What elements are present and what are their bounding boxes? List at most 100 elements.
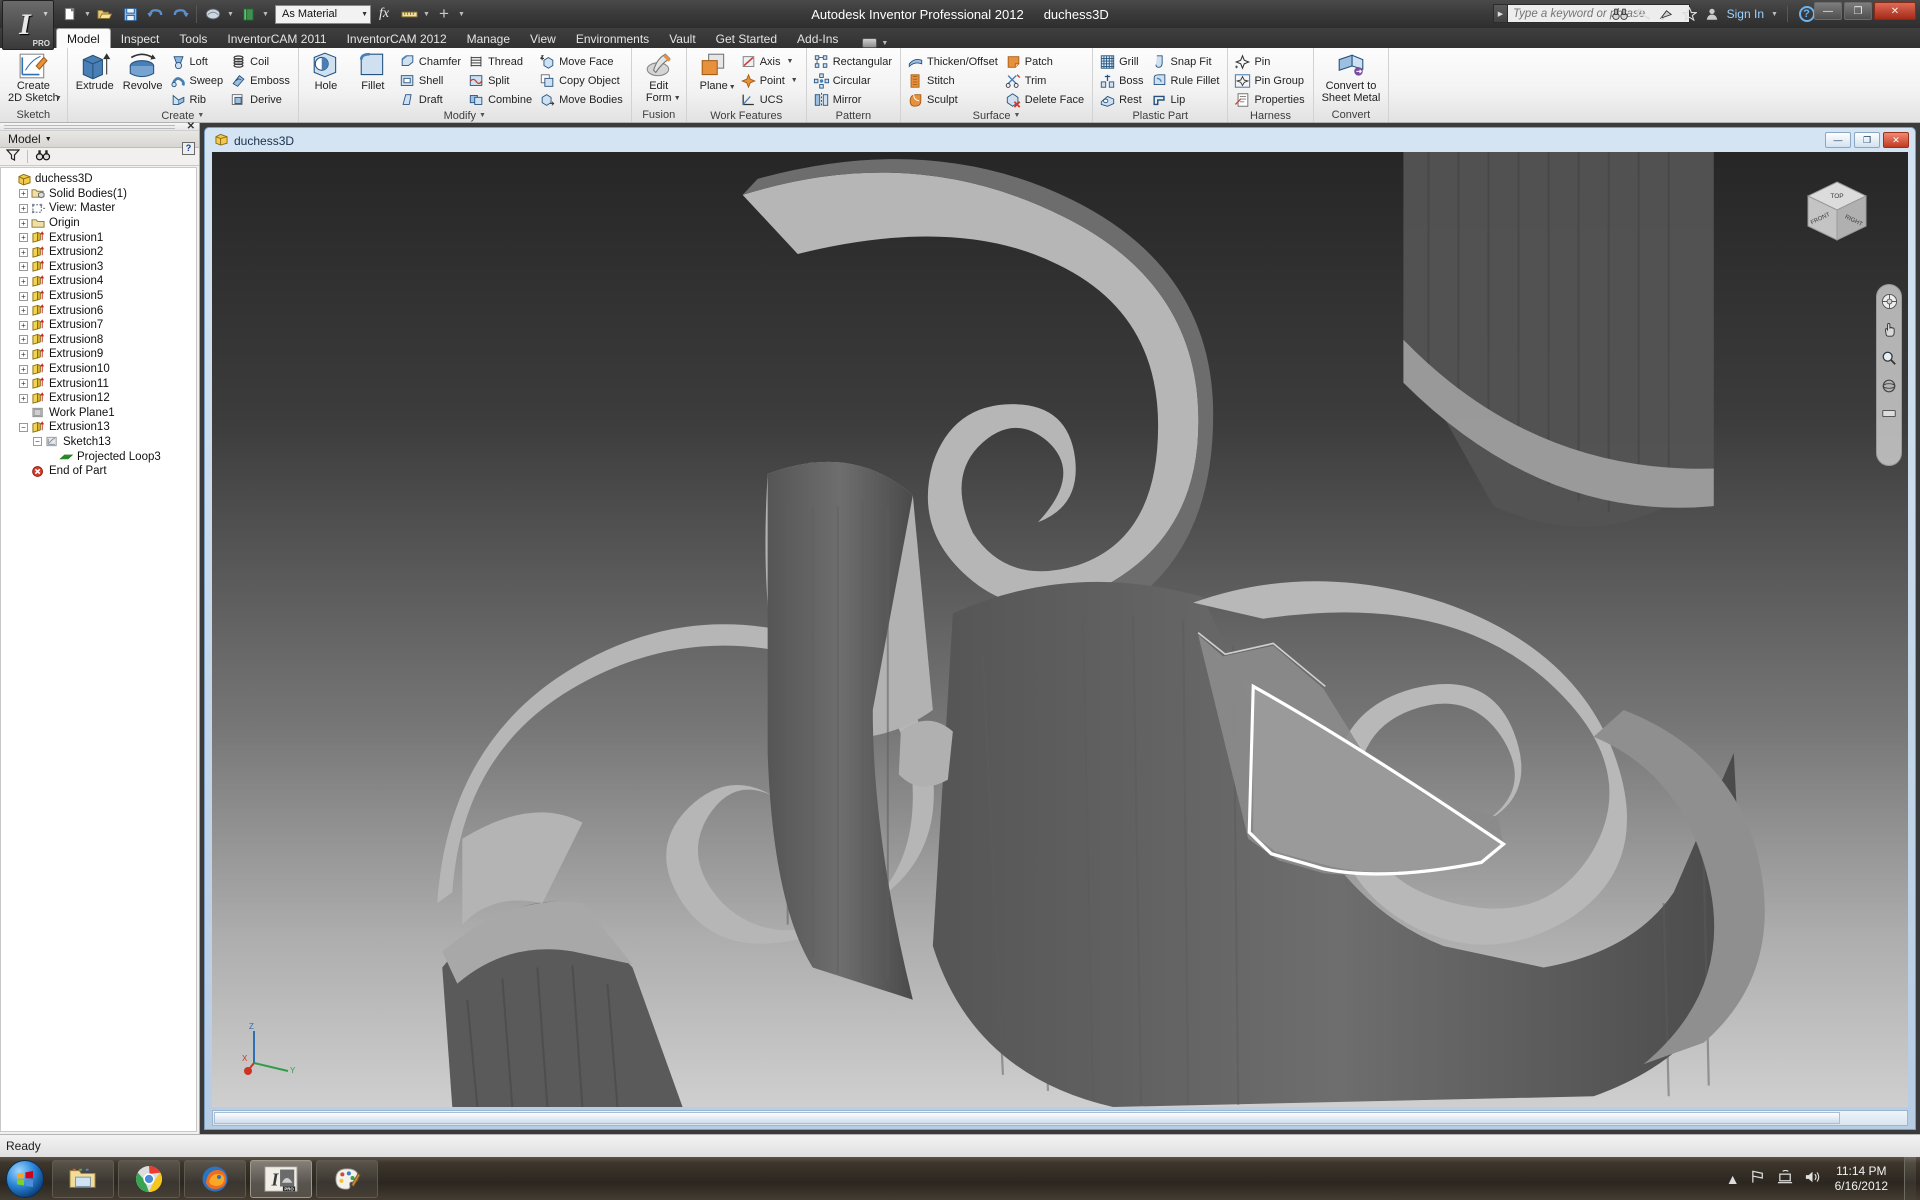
tree-item[interactable]: + Extrusion6 bbox=[1, 303, 196, 318]
ribbon-button-derive[interactable]: Derive bbox=[228, 90, 294, 109]
new-file-button[interactable] bbox=[58, 3, 82, 25]
show-hidden-icons-icon[interactable]: ▲ bbox=[1726, 1171, 1740, 1187]
volume-icon[interactable] bbox=[1804, 1170, 1821, 1187]
tree-item[interactable]: + Extrusion8 bbox=[1, 333, 196, 348]
tree-expand-icon[interactable]: + bbox=[19, 291, 28, 301]
window-minimize-button[interactable]: — bbox=[1814, 2, 1842, 20]
taskbar-item-windows-explorer[interactable] bbox=[52, 1159, 114, 1198]
ribbon-button-copy-object[interactable]: Copy Object bbox=[537, 71, 627, 90]
satellite-icon[interactable] bbox=[1656, 4, 1677, 24]
tree-expand-icon[interactable]: + bbox=[19, 306, 28, 316]
redo-button[interactable] bbox=[168, 3, 192, 25]
search-dropdown-icon[interactable]: ▶ bbox=[1493, 4, 1507, 23]
ribbon-panel-label-pattern[interactable]: Pattern bbox=[807, 109, 900, 122]
look-at-icon[interactable] bbox=[1880, 405, 1898, 422]
pan-icon[interactable] bbox=[1880, 321, 1898, 338]
application-menu-button[interactable]: I ▼ PRO bbox=[2, 0, 54, 50]
document-restore-button[interactable]: ❐ bbox=[1854, 132, 1880, 148]
ribbon-button-extrude[interactable]: Extrude bbox=[72, 51, 118, 93]
new-file-dropdown-icon[interactable]: ▼ bbox=[83, 11, 92, 18]
tree-item[interactable]: + Extrusion10 bbox=[1, 362, 196, 377]
material-button[interactable] bbox=[236, 3, 260, 25]
tree-item[interactable]: + Extrusion11 bbox=[1, 376, 196, 391]
tree-item[interactable]: + Extrusion9 bbox=[1, 347, 196, 362]
chevron-down-icon[interactable]: ▼ bbox=[786, 58, 793, 65]
browser-grip[interactable]: ✕ bbox=[0, 121, 199, 132]
ribbon-display-options[interactable]: ▼ bbox=[862, 38, 889, 48]
show-desktop-button[interactable] bbox=[1904, 1157, 1916, 1200]
ribbon-button-hole[interactable]: Hole bbox=[303, 51, 349, 93]
ribbon-button-snap-fit[interactable]: Snap Fit bbox=[1149, 52, 1224, 71]
ribbon-button-pin-group[interactable]: Pin Group bbox=[1232, 71, 1308, 90]
ribbon-panel-label-fusion[interactable]: Fusion bbox=[632, 107, 686, 122]
ribbon-panel-label-sketch[interactable]: Sketch bbox=[0, 107, 67, 122]
measure-dropdown-icon[interactable]: ▼ bbox=[422, 11, 431, 18]
ribbon-panel-label-surface[interactable]: Surface ▼ bbox=[901, 109, 1092, 122]
close-icon[interactable]: ✕ bbox=[187, 121, 195, 132]
ribbon-tab-vault[interactable]: Vault bbox=[659, 28, 705, 48]
zoom-icon[interactable] bbox=[1880, 349, 1898, 366]
ribbon-button-revolve[interactable]: Revolve bbox=[119, 51, 167, 93]
parameters-button[interactable]: fx bbox=[372, 3, 396, 25]
ribbon-tab-add-ins[interactable]: Add-Ins bbox=[787, 28, 848, 48]
taskbar-item-google-chrome[interactable] bbox=[118, 1159, 180, 1198]
chevron-down-icon[interactable]: ▼ bbox=[45, 136, 52, 143]
appearance-button[interactable] bbox=[201, 3, 225, 25]
ribbon-button-pin[interactable]: Pin bbox=[1232, 52, 1308, 71]
chevron-down-icon[interactable]: ▼ bbox=[880, 40, 889, 47]
network-icon[interactable] bbox=[1777, 1169, 1794, 1187]
ribbon-button-thicken-offset[interactable]: Thicken/Offset bbox=[905, 52, 1002, 71]
document-title-bar[interactable]: duchess3D — ❐ ✕ bbox=[208, 131, 1912, 150]
tree-item[interactable]: + Origin bbox=[1, 216, 196, 231]
material-selector[interactable]: As Material ▼ bbox=[275, 4, 371, 24]
tree-expand-icon[interactable]: + bbox=[19, 320, 28, 330]
ribbon-panel-label-work-features[interactable]: Work Features bbox=[687, 109, 806, 122]
tree-item[interactable]: + Extrusion4 bbox=[1, 274, 196, 289]
undo-button[interactable] bbox=[143, 3, 167, 25]
tree-item[interactable]: End of Part bbox=[1, 464, 196, 479]
chevron-down-icon[interactable]: ▼ bbox=[197, 112, 204, 119]
ribbon-button-stitch[interactable]: Stitch bbox=[905, 71, 1002, 90]
ribbon-button-thread[interactable]: Thread bbox=[466, 52, 536, 71]
tree-collapse-icon[interactable]: − bbox=[19, 422, 28, 432]
tree-expand-icon[interactable]: + bbox=[19, 393, 28, 403]
ribbon-button-lip[interactable]: Lip bbox=[1149, 90, 1224, 109]
ribbon-button-grill[interactable]: Grill bbox=[1097, 52, 1147, 71]
filter-icon[interactable] bbox=[5, 148, 21, 166]
window-restore-button[interactable]: ❐ bbox=[1844, 2, 1872, 20]
sign-in-dropdown-icon[interactable]: ▼ bbox=[1770, 11, 1779, 18]
browser-help-button[interactable]: ? bbox=[182, 142, 195, 155]
chevron-down-icon[interactable]: ▼ bbox=[729, 84, 736, 91]
tree-expand-icon[interactable]: + bbox=[19, 276, 28, 286]
ribbon-button-create-2d-sketch[interactable]: Create 2D Sketch ▼ bbox=[4, 51, 63, 104]
full-navigation-wheel-icon[interactable] bbox=[1880, 293, 1898, 310]
ribbon-tab-get-started[interactable]: Get Started bbox=[706, 28, 787, 48]
orbit-icon[interactable] bbox=[1880, 377, 1898, 394]
tree-item[interactable]: duchess3D bbox=[1, 172, 196, 187]
ribbon-panel-label-harness[interactable]: Harness bbox=[1228, 109, 1312, 122]
tree-expand-icon[interactable]: + bbox=[19, 262, 28, 272]
ribbon-button-move-bodies[interactable]: Move Bodies bbox=[537, 90, 627, 109]
ribbon-button-patch[interactable]: Patch bbox=[1003, 52, 1088, 71]
ribbon-button-rib[interactable]: Rib bbox=[168, 90, 228, 109]
tree-expand-icon[interactable]: + bbox=[19, 247, 28, 257]
ribbon-tab-model[interactable]: Model bbox=[56, 28, 111, 48]
ribbon-button-properties[interactable]: Properties bbox=[1232, 90, 1308, 109]
tree-expand-icon[interactable]: + bbox=[19, 218, 28, 228]
chevron-down-icon[interactable]: ▼ bbox=[479, 112, 486, 119]
ribbon-button-axis[interactable]: Axis ▼ bbox=[738, 52, 802, 71]
ribbon-button-shell[interactable]: Shell bbox=[397, 71, 465, 90]
ribbon-panel-label-plastic-part[interactable]: Plastic Part bbox=[1093, 109, 1227, 122]
ribbon-button-circular[interactable]: Circular bbox=[811, 71, 896, 90]
tree-item[interactable]: − Extrusion13 bbox=[1, 420, 196, 435]
key-icon[interactable] bbox=[1633, 4, 1654, 24]
tree-expand-icon[interactable]: + bbox=[19, 233, 28, 243]
ribbon-tab-view[interactable]: View bbox=[520, 28, 566, 48]
ribbon-panel-label-modify[interactable]: Modify ▼ bbox=[299, 109, 631, 122]
ribbon-button-sculpt[interactable]: Sculpt bbox=[905, 90, 1002, 109]
tree-expand-icon[interactable]: + bbox=[19, 203, 28, 213]
quick-access-customize-icon[interactable]: ▼ bbox=[457, 11, 466, 18]
ribbon-panel-label-convert[interactable]: Convert bbox=[1314, 107, 1389, 122]
taskbar-item-autodesk-inventor[interactable]: I PRO bbox=[250, 1159, 312, 1198]
ribbon-button-coil[interactable]: Coil bbox=[228, 52, 294, 71]
